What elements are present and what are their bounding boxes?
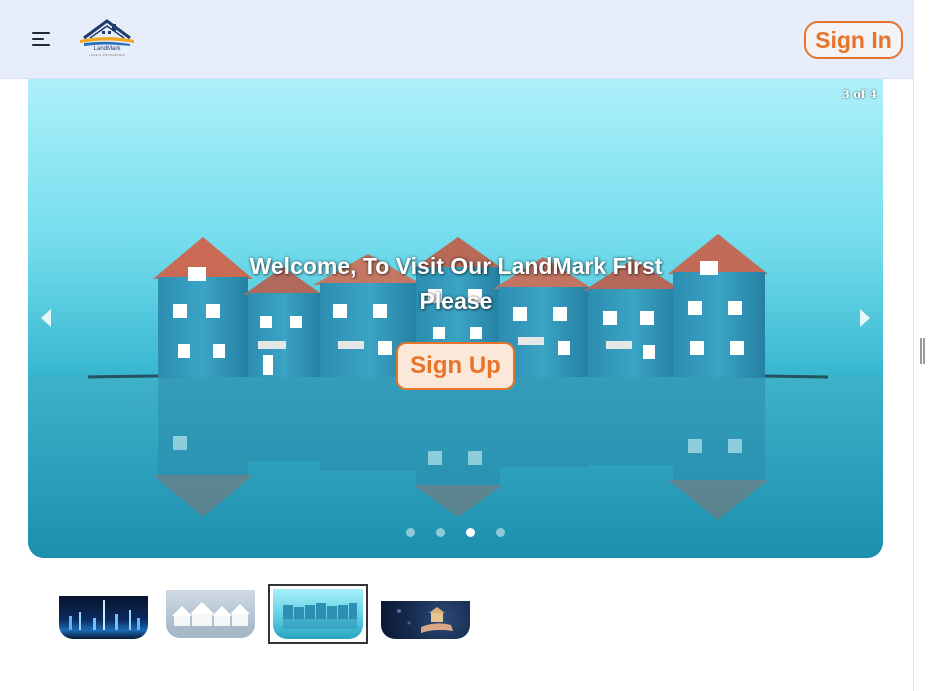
carousel-dot-3[interactable] xyxy=(466,528,475,537)
sign-in-button[interactable]: Sign In xyxy=(804,21,903,59)
hamburger-menu-icon[interactable] xyxy=(30,28,54,50)
carousel-dot-4[interactable] xyxy=(496,528,505,537)
thumbnail-1[interactable] xyxy=(59,596,148,639)
landmark-logo[interactable]: LandMark LAND & PROPERTIES xyxy=(76,16,138,62)
logo-tagline: LAND & PROPERTIES xyxy=(88,53,126,57)
carousel-dot-1[interactable] xyxy=(406,528,415,537)
carousel-dot-2[interactable] xyxy=(436,528,445,537)
sign-up-button[interactable]: Sign Up xyxy=(396,342,515,390)
logo-wordmark: LandMark xyxy=(93,46,121,52)
resize-handle-icon[interactable] xyxy=(920,338,925,364)
hero-caption: Welcome, To Visit Our LandMark First Ple… xyxy=(249,253,663,314)
page: LandMark LAND & PROPERTIES Sign In 3 of … xyxy=(0,0,930,691)
thumbnail-strip xyxy=(0,580,913,650)
thumbnail-4[interactable] xyxy=(381,601,470,639)
thumbnail-2[interactable] xyxy=(166,590,255,638)
caret-right-icon[interactable] xyxy=(855,305,875,331)
hero-carousel: 3 of 4 Welcome, To Visit Our LandMark Fi… xyxy=(28,79,883,558)
carousel-indicators xyxy=(406,528,526,538)
top-navbar: LandMark LAND & PROPERTIES Sign In xyxy=(0,0,913,79)
caret-left-icon[interactable] xyxy=(36,305,56,331)
thumbnail-3[interactable] xyxy=(268,584,368,644)
house-logo-icon xyxy=(80,19,134,46)
slide-counter: 3 of 4 xyxy=(841,88,877,101)
